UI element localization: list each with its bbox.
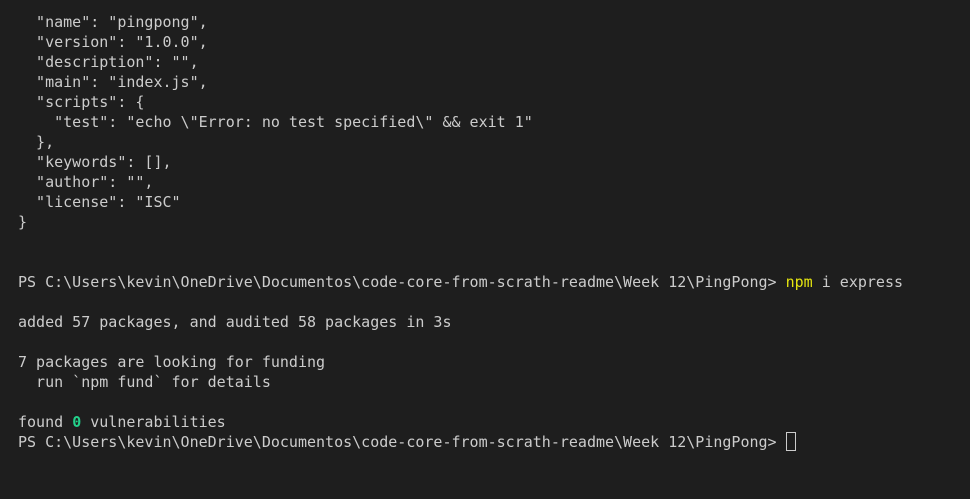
prompt: PS C:\Users\kevin\OneDrive\Documentos\co… <box>18 433 777 451</box>
found-suffix: vulnerabilities <box>81 413 226 431</box>
npm-fund-hint: run `npm fund` for details <box>18 373 271 391</box>
package-json-output: "name": "pingpong", "version": "1.0.0", … <box>18 12 970 232</box>
command-line: PS C:\Users\kevin\OneDrive\Documentos\co… <box>18 272 970 292</box>
output-line: "keywords": [], <box>18 153 172 171</box>
npm-funding-notice: 7 packages are looking for funding <box>18 353 326 371</box>
output-line: "description": "", <box>18 53 199 71</box>
output-line: "version": "1.0.0", <box>18 33 208 51</box>
output-line: "author": "", <box>18 173 154 191</box>
output-line: "name": "pingpong", <box>18 13 208 31</box>
input-prompt-line[interactable]: PS C:\Users\kevin\OneDrive\Documentos\co… <box>18 432 970 452</box>
npm-audit-result: found 0 vulnerabilities <box>18 412 970 432</box>
terminal-output[interactable]: "name": "pingpong", "version": "1.0.0", … <box>0 0 970 499</box>
terminal-cursor[interactable] <box>785 432 796 451</box>
output-line: "scripts": { <box>18 93 145 111</box>
output-line: "main": "index.js", <box>18 73 208 91</box>
npm-added-summary: added 57 packages, and audited 58 packag… <box>18 313 452 331</box>
output-line: "license": "ISC" <box>18 193 181 211</box>
output-line: "test": "echo \"Error: no test specified… <box>18 113 533 131</box>
output-line: } <box>18 213 28 231</box>
vulnerability-count: 0 <box>72 413 82 431</box>
command-name: npm <box>785 273 813 291</box>
command-args: i express <box>812 273 904 291</box>
prompt: PS C:\Users\kevin\OneDrive\Documentos\co… <box>18 273 777 291</box>
found-prefix: found <box>18 413 73 431</box>
output-line: }, <box>18 133 55 151</box>
